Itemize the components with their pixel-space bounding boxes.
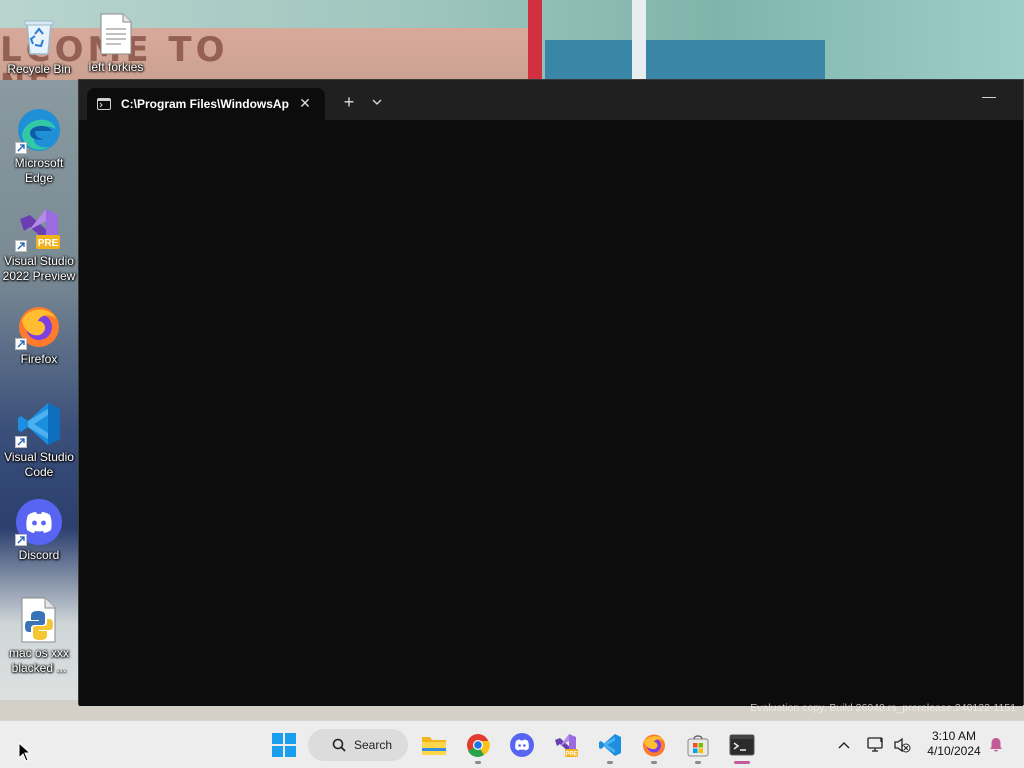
terminal-content[interactable] (79, 120, 1023, 706)
desktop-icon-label: Firefox (20, 352, 58, 366)
taskbar-terminal[interactable] (726, 729, 758, 764)
desktop-icon-firefox[interactable]: Firefox (0, 302, 78, 367)
running-indicator (695, 761, 701, 764)
desktop-icon-python-file[interactable]: mac os xxx blacked ... (0, 596, 78, 676)
chevron-up-icon (838, 742, 850, 749)
taskbar-chrome[interactable] (462, 729, 494, 764)
python-file-icon (15, 596, 63, 644)
firefox-icon (15, 302, 63, 350)
volume-muted-icon (894, 737, 911, 753)
terminal-tab[interactable]: C:\Program Files\WindowsAp ✕ (87, 88, 325, 120)
taskbar: Search PRE 3:10 AM 4/10/2024 (0, 720, 1024, 768)
clock-date: 4/10/2024 (927, 744, 981, 758)
desktop-icon-visual-studio-preview[interactable]: PRE Visual Studio 2022 Preview (0, 204, 78, 284)
shortcut-arrow-icon (15, 338, 27, 350)
command-prompt-icon (97, 98, 111, 110)
running-indicator (607, 761, 613, 764)
taskbar-visual-studio-preview[interactable]: PRE (550, 729, 582, 761)
active-indicator (734, 761, 750, 764)
mouse-cursor-icon (18, 741, 32, 767)
recycle-bin-icon (15, 12, 63, 60)
search-icon (332, 738, 346, 752)
discord-icon (15, 498, 63, 546)
terminal-tab-bar[interactable]: C:\Program Files\WindowsAp ✕ + — (79, 80, 1023, 120)
text-file-icon (92, 10, 140, 58)
network-icon (867, 737, 883, 752)
vscode-icon (15, 400, 63, 448)
desktop-icon-label: Recycle Bin (7, 62, 71, 76)
wallpaper-blue-sign (545, 40, 825, 80)
svg-text:PRE: PRE (38, 238, 59, 249)
desktop-icon-vscode[interactable]: Visual Studio Code (0, 400, 78, 480)
chrome-icon (467, 734, 490, 757)
desktop-icon-edge[interactable]: Microsoft Edge (0, 106, 78, 186)
desktop-icon-discord[interactable]: Discord (0, 498, 78, 563)
terminal-icon (729, 734, 755, 756)
shortcut-arrow-icon (15, 436, 27, 448)
minimize-button[interactable]: — (979, 86, 999, 110)
desktop-icon-label: left forkies (88, 60, 144, 74)
chevron-down-icon[interactable] (367, 90, 387, 114)
desktop-icon-label: mac os xxx blacked ... (8, 646, 69, 675)
running-indicator (651, 761, 657, 764)
desktop-icon-label: Discord (18, 548, 60, 562)
taskbar-microsoft-store[interactable] (682, 729, 714, 764)
notifications-button[interactable] (984, 729, 1008, 761)
search-label: Search (354, 738, 393, 752)
taskbar-firefox[interactable] (638, 729, 670, 764)
show-hidden-icons-button[interactable] (830, 729, 858, 761)
wallpaper-pole (632, 0, 646, 80)
vscode-icon (599, 734, 621, 756)
visual-studio-preview-icon: PRE (15, 204, 63, 252)
taskbar-vscode[interactable] (594, 729, 626, 764)
store-icon (687, 735, 709, 757)
shortcut-arrow-icon (15, 142, 27, 154)
folder-icon (422, 737, 446, 755)
desktop-icon-label: Visual Studio 2022 Preview (2, 254, 76, 283)
edge-icon (15, 106, 63, 154)
clock-time: 3:10 AM (931, 729, 977, 743)
shortcut-arrow-icon (15, 240, 27, 252)
wallpaper-red-column (528, 0, 542, 80)
desktop-icon-label: Microsoft Edge (14, 156, 64, 185)
windows-logo-icon (272, 733, 296, 757)
running-indicator (475, 761, 481, 764)
taskbar-discord[interactable] (506, 729, 538, 761)
desktop-icon-left-forkies[interactable]: left forkies (77, 10, 155, 75)
desktop-icon-recycle-bin[interactable]: Recycle Bin (0, 12, 78, 77)
terminal-window[interactable]: C:\Program Files\WindowsAp ✕ + — (78, 79, 1024, 706)
firefox-icon (643, 734, 665, 757)
shortcut-arrow-icon (15, 534, 27, 546)
discord-icon (510, 733, 534, 757)
volume-button[interactable] (888, 729, 916, 761)
svg-text:PRE: PRE (565, 752, 577, 758)
new-tab-button[interactable]: + (337, 90, 361, 114)
tab-title: C:\Program Files\WindowsAp (121, 97, 289, 111)
taskbar-file-explorer[interactable] (418, 729, 450, 761)
start-button[interactable] (268, 729, 300, 761)
evaluation-watermark: Evaluation copy. Build 26040.rs_prerelea… (750, 702, 1016, 714)
close-tab-button[interactable]: ✕ (297, 95, 313, 111)
clock[interactable]: 3:10 AM 4/10/2024 (920, 729, 988, 759)
visual-studio-preview-icon: PRE (555, 734, 578, 758)
taskbar-search[interactable]: Search (308, 729, 408, 761)
bell-icon (990, 738, 1002, 752)
network-status-button[interactable] (862, 729, 890, 761)
desktop-icon-label: Visual Studio Code (4, 450, 74, 479)
